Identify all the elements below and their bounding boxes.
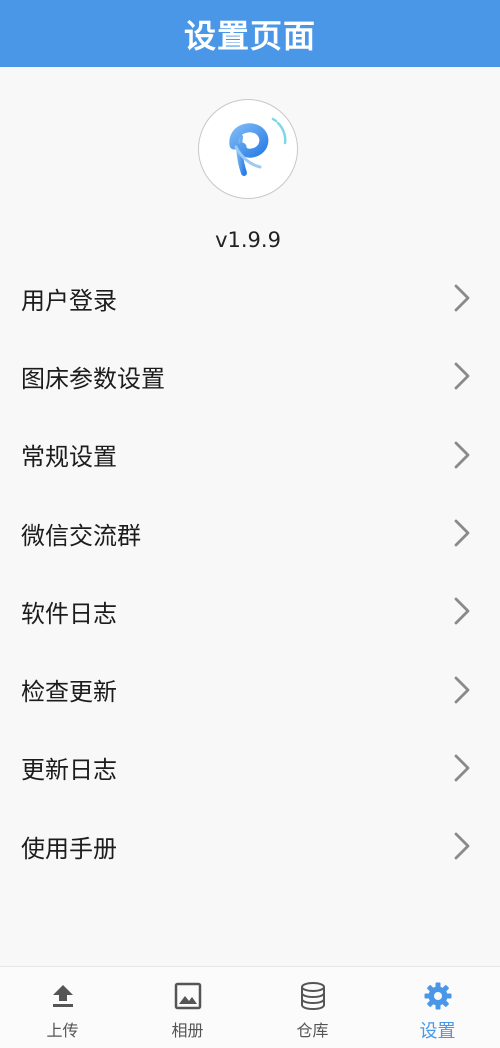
menu-item-software-log[interactable]: 软件日志 [0, 572, 500, 650]
menu-item-general-settings[interactable]: 常规设置 [0, 416, 500, 494]
menu-item-user-manual[interactable]: 使用手册 [0, 807, 500, 885]
tab-label: 上传 [46, 1021, 79, 1040]
database-icon [300, 982, 325, 1011]
upload-icon [52, 985, 73, 1007]
chevron-right-icon [454, 832, 470, 860]
chevron-right-icon [454, 363, 470, 390]
bottom-tab-bar: 上传 相册 仓库 设置 [0, 966, 500, 1048]
chevron-right-icon [454, 597, 470, 625]
tab-label: 设置 [419, 1021, 456, 1042]
menu-item-label: 微信交流群 [21, 521, 141, 550]
menu-item-user-login[interactable]: 用户登录 [0, 259, 500, 337]
menu-item-picbed-settings[interactable]: 图床参数设置 [0, 337, 500, 415]
picbed-p-logo-icon [229, 117, 287, 176]
tab-upload[interactable]: 上传 [0, 967, 125, 1048]
app-version: v1.9.9 [215, 228, 281, 252]
menu-item-check-update[interactable]: 检查更新 [0, 650, 500, 728]
page-title: 设置页面 [183, 16, 316, 55]
app-header: 设置页面 [0, 0, 500, 67]
tab-album[interactable]: 相册 [125, 967, 250, 1048]
chevron-right-icon [454, 754, 470, 782]
menu-item-changelog[interactable]: 更新日志 [0, 729, 500, 807]
settings-screen: 设置页面 v1.9.9 用户登录 图床参数设置 常规设置 微信交流群 软件日志 … [0, 0, 500, 1048]
menu-item-wechat-group[interactable]: 微信交流群 [0, 494, 500, 572]
menu-item-label: 常规设置 [21, 443, 117, 472]
menu-item-label: 图床参数设置 [21, 364, 165, 393]
tab-settings[interactable]: 设置 [375, 967, 500, 1048]
menu-item-label: 使用手册 [21, 834, 117, 863]
tab-label: 相册 [171, 1021, 204, 1040]
chevron-right-icon [454, 284, 470, 312]
chevron-right-icon [454, 519, 470, 547]
menu-item-label: 用户登录 [21, 286, 117, 315]
app-logo [198, 99, 298, 199]
image-icon [174, 982, 201, 1010]
gear-icon [424, 982, 451, 1010]
chevron-right-icon [454, 441, 470, 469]
tab-label: 仓库 [296, 1021, 329, 1040]
chevron-right-icon [454, 676, 470, 704]
tab-repository[interactable]: 仓库 [250, 967, 375, 1048]
menu-item-label: 更新日志 [21, 756, 117, 785]
settings-menu: 用户登录 图床参数设置 常规设置 微信交流群 软件日志 检查更新 更新日志 使用… [0, 259, 500, 885]
menu-item-label: 检查更新 [21, 678, 117, 707]
menu-item-label: 软件日志 [21, 599, 117, 628]
